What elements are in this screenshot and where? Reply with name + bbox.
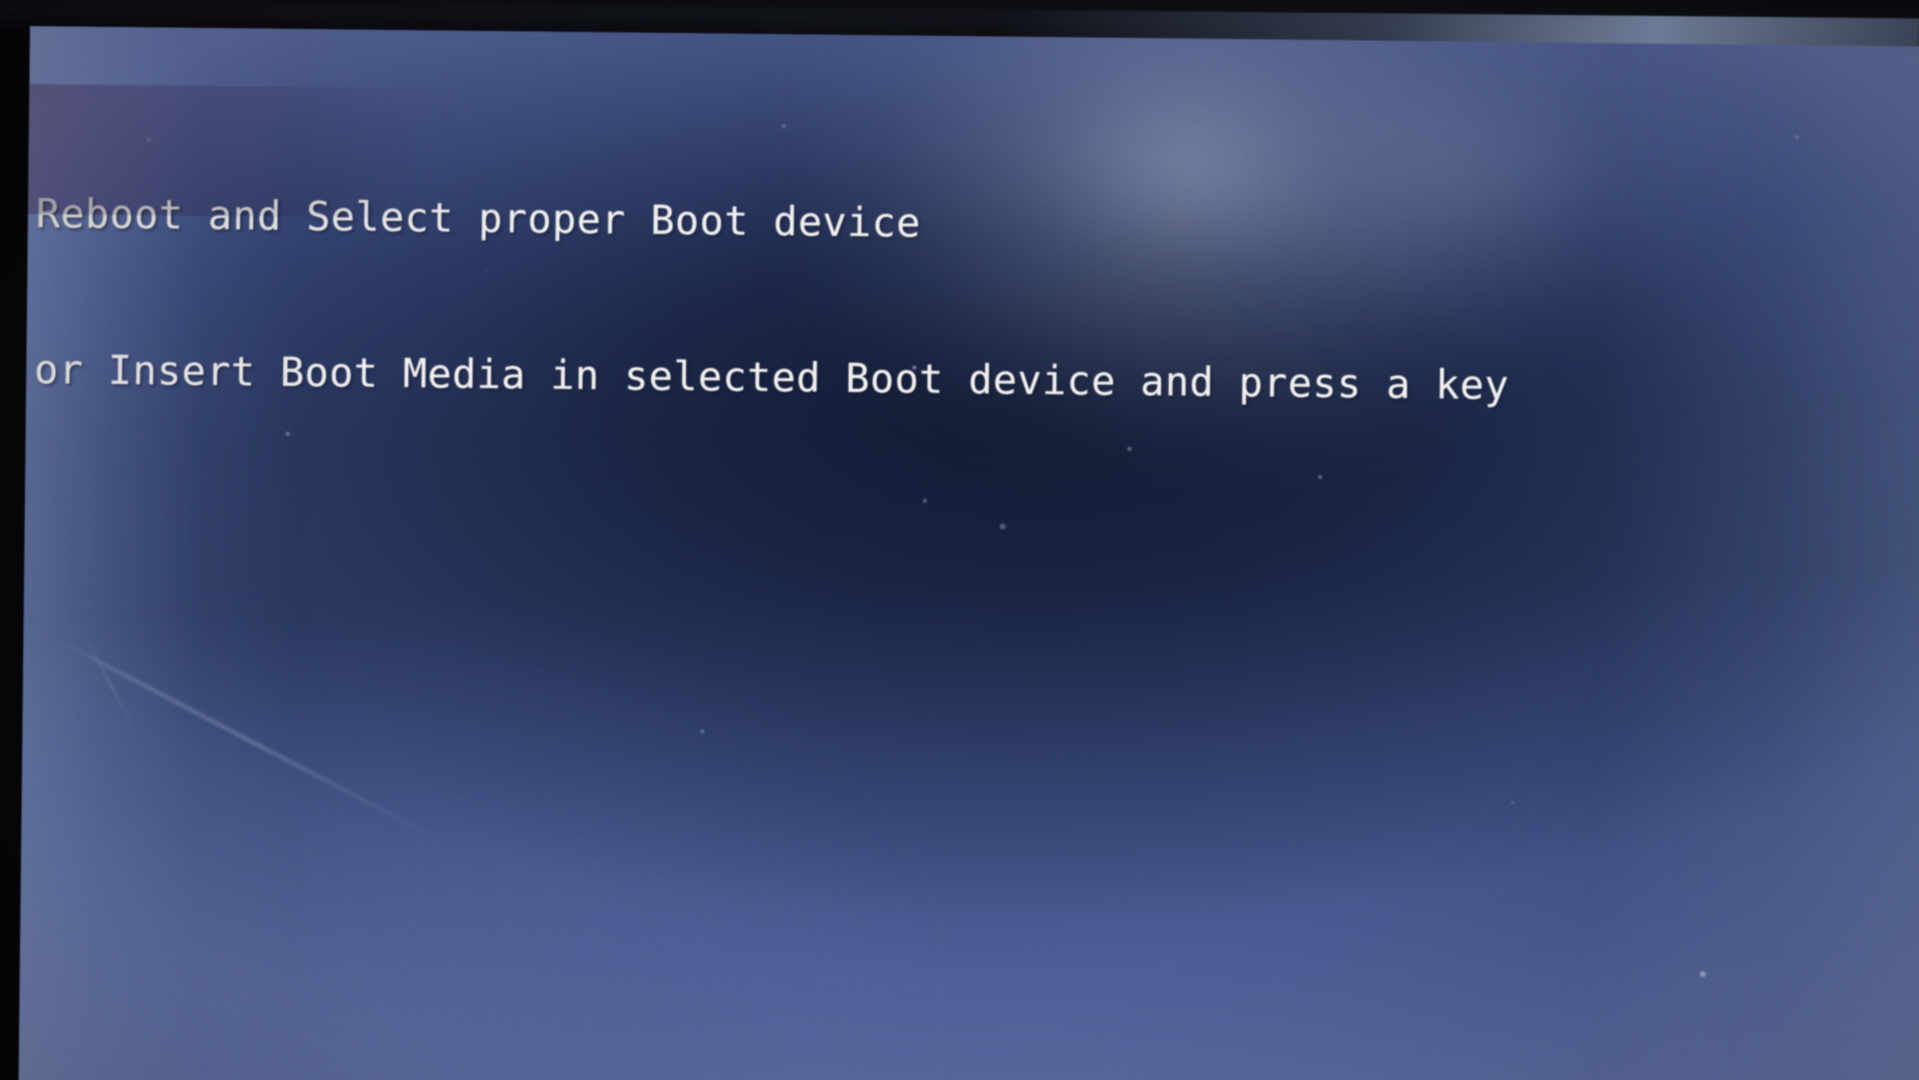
monitor-photo: Reboot and Select proper Boot device or … bbox=[0, 0, 1919, 1080]
bios-message-line-1: Reboot and Select proper Boot device bbox=[35, 191, 922, 247]
bios-message-line-2: or Insert Boot Media in selected Boot de… bbox=[34, 347, 1510, 410]
lcd-screen: Reboot and Select proper Boot device or … bbox=[18, 26, 1919, 1080]
bios-error-message: Reboot and Select proper Boot device or … bbox=[33, 84, 1512, 516]
